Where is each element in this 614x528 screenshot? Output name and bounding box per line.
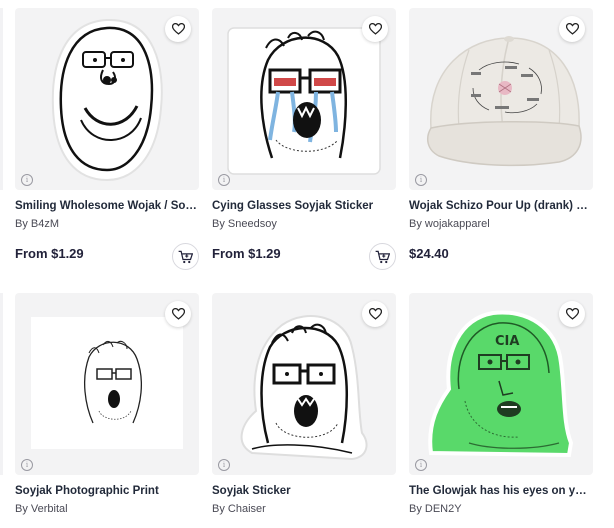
favorite-button[interactable] (559, 301, 585, 327)
info-circle-icon[interactable]: i (218, 174, 230, 186)
product-card[interactable]: CIA i The Glowjak has his eyes on you St… (409, 293, 593, 528)
heart-outline-icon (565, 308, 579, 320)
favorite-button[interactable] (362, 16, 388, 42)
info-circle-icon[interactable]: i (218, 459, 230, 471)
heart-outline-icon (368, 308, 382, 320)
previous-column-edge (0, 293, 3, 475)
favorite-button[interactable] (165, 301, 191, 327)
product-artist[interactable]: By Verbital (15, 503, 68, 515)
info-circle-icon[interactable]: i (415, 174, 427, 186)
info-circle-icon[interactable]: i (21, 174, 33, 186)
product-title[interactable]: The Glowjak has his eyes on you Sticker (409, 485, 593, 497)
heart-outline-icon (171, 23, 185, 35)
product-image[interactable]: i (409, 8, 593, 190)
product-image[interactable]: i (15, 293, 199, 475)
product-artist[interactable]: By Sneedsoy (212, 218, 277, 230)
product-image[interactable]: i (212, 8, 396, 190)
product-card[interactable]: i Cying Glasses Soyjak Sticker By Sneeds… (212, 8, 396, 270)
product-title[interactable]: Wojak Schizo Pour Up (drank) Dad Hat (409, 200, 593, 212)
product-title[interactable]: Cying Glasses Soyjak Sticker (212, 200, 396, 212)
heart-outline-icon (368, 23, 382, 35)
product-title[interactable]: Soyjak Sticker (212, 485, 396, 497)
info-circle-icon[interactable]: i (415, 459, 427, 471)
heart-outline-icon (171, 308, 185, 320)
product-image[interactable]: CIA i (409, 293, 593, 475)
previous-column-edge (0, 8, 3, 190)
add-to-cart-icon (178, 250, 193, 263)
product-price: From $1.29 (15, 246, 84, 261)
product-card[interactable]: i Soyjak Sticker By Chaiser (212, 293, 396, 528)
product-artist[interactable]: By wojakapparel (409, 218, 490, 230)
product-image[interactable]: i (212, 293, 396, 475)
product-title[interactable]: Soyjak Photographic Print (15, 485, 199, 497)
favorite-button[interactable] (165, 16, 191, 42)
product-card[interactable]: i Soyjak Photographic Print By Verbital (15, 293, 199, 528)
add-to-cart-icon (375, 250, 390, 263)
favorite-button[interactable] (362, 301, 388, 327)
product-card[interactable]: i Wojak Schizo Pour Up (drank) Dad Hat B… (409, 8, 593, 261)
product-artist[interactable]: By DEN2Y (409, 503, 462, 515)
favorite-button[interactable] (559, 16, 585, 42)
product-image[interactable]: i (15, 8, 199, 190)
product-card[interactable]: i Smiling Wholesome Wojak / Soyjak Stick… (15, 8, 199, 270)
info-circle-icon[interactable]: i (21, 459, 33, 471)
product-artist[interactable]: By B4zM (15, 218, 59, 230)
product-title[interactable]: Smiling Wholesome Wojak / Soyjak Sticker (15, 200, 199, 212)
product-price: $24.40 (409, 246, 449, 261)
heart-outline-icon (565, 23, 579, 35)
cap-text: CIA (495, 334, 519, 349)
product-price: From $1.29 (212, 246, 281, 261)
add-to-cart-button[interactable] (369, 243, 396, 270)
add-to-cart-button[interactable] (172, 243, 199, 270)
product-artist[interactable]: By Chaiser (212, 503, 266, 515)
